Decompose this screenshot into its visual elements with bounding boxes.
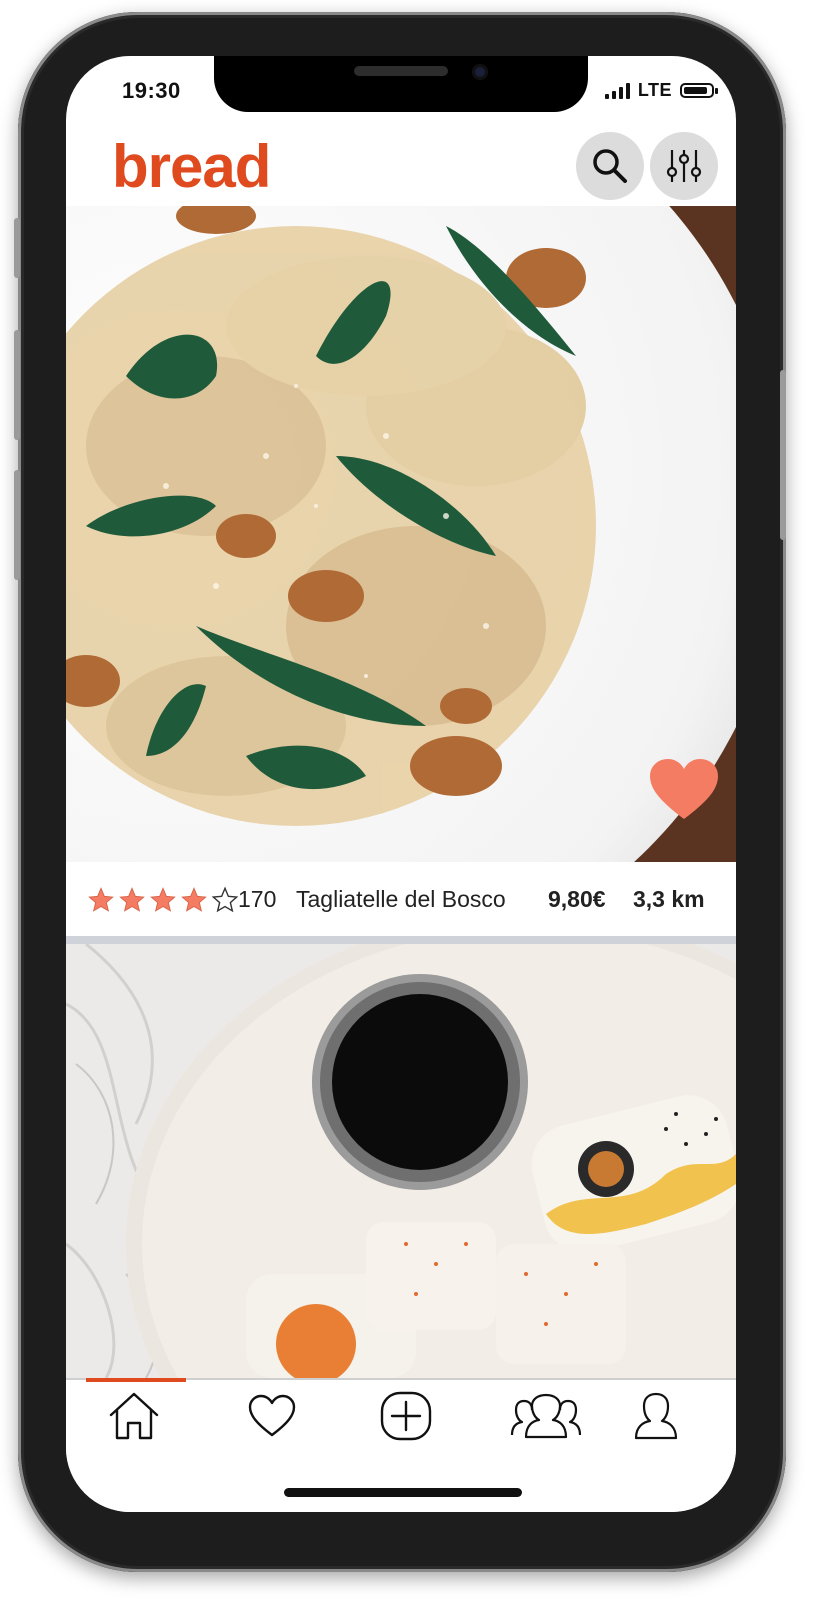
network-label: LTE: [637, 80, 672, 100]
card-divider: [66, 936, 736, 944]
screen: 19:30 LTE bread 170 Tagliatelle del Bosc…: [66, 56, 736, 1512]
favorite-button[interactable]: [650, 759, 718, 826]
sliders-icon: [666, 150, 702, 182]
search-icon: [593, 149, 627, 183]
filter-button[interactable]: [650, 132, 718, 200]
review-count: 170: [238, 886, 277, 912]
tab-add[interactable]: [376, 1388, 436, 1444]
power-button: [780, 370, 786, 540]
dish-photo[interactable]: [66, 206, 736, 862]
active-tab-indicator: [86, 1378, 186, 1382]
profile-icon: [634, 1392, 678, 1440]
tab-bar: [66, 1378, 736, 1512]
speaker: [354, 66, 448, 76]
rating-stars: [86, 886, 240, 914]
group-icon: [510, 1393, 582, 1439]
home-icon: [109, 1392, 159, 1440]
app-header: bread: [66, 120, 736, 206]
dish-name: Tagliatelle del Bosco: [296, 886, 506, 912]
star-filled-icon: [88, 887, 114, 912]
dish-distance: 3,3 km: [633, 886, 705, 912]
signal-icon: [604, 82, 630, 99]
star-filled-icon: [181, 887, 207, 912]
dish-info-row[interactable]: 170 Tagliatelle del Bosco 9,80€ 3,3 km: [66, 862, 736, 940]
mute-switch: [14, 218, 20, 278]
heart-icon: [248, 1394, 296, 1437]
volume-down-button: [14, 470, 20, 580]
tab-home[interactable]: [104, 1388, 164, 1444]
star-filled-icon: [119, 887, 145, 912]
star-filled-icon: [150, 887, 176, 912]
status-time: 19:30: [122, 78, 181, 103]
heart-filled-icon: [650, 759, 718, 819]
dish-photo[interactable]: [66, 944, 736, 1378]
tab-favorites[interactable]: [242, 1388, 302, 1444]
volume-up-button: [14, 330, 20, 440]
notch: [214, 56, 588, 112]
home-indicator: [284, 1488, 522, 1497]
tab-community[interactable]: [506, 1388, 586, 1444]
search-button[interactable]: [576, 132, 644, 200]
status-indicators: LTE: [604, 80, 718, 101]
front-camera: [472, 64, 488, 80]
dish-price: 9,80€: [548, 886, 606, 912]
battery-icon: [680, 83, 718, 98]
star-empty-icon: [211, 886, 239, 913]
add-icon: [380, 1391, 432, 1441]
tab-profile[interactable]: [626, 1388, 686, 1444]
app-logo: bread: [112, 133, 271, 200]
